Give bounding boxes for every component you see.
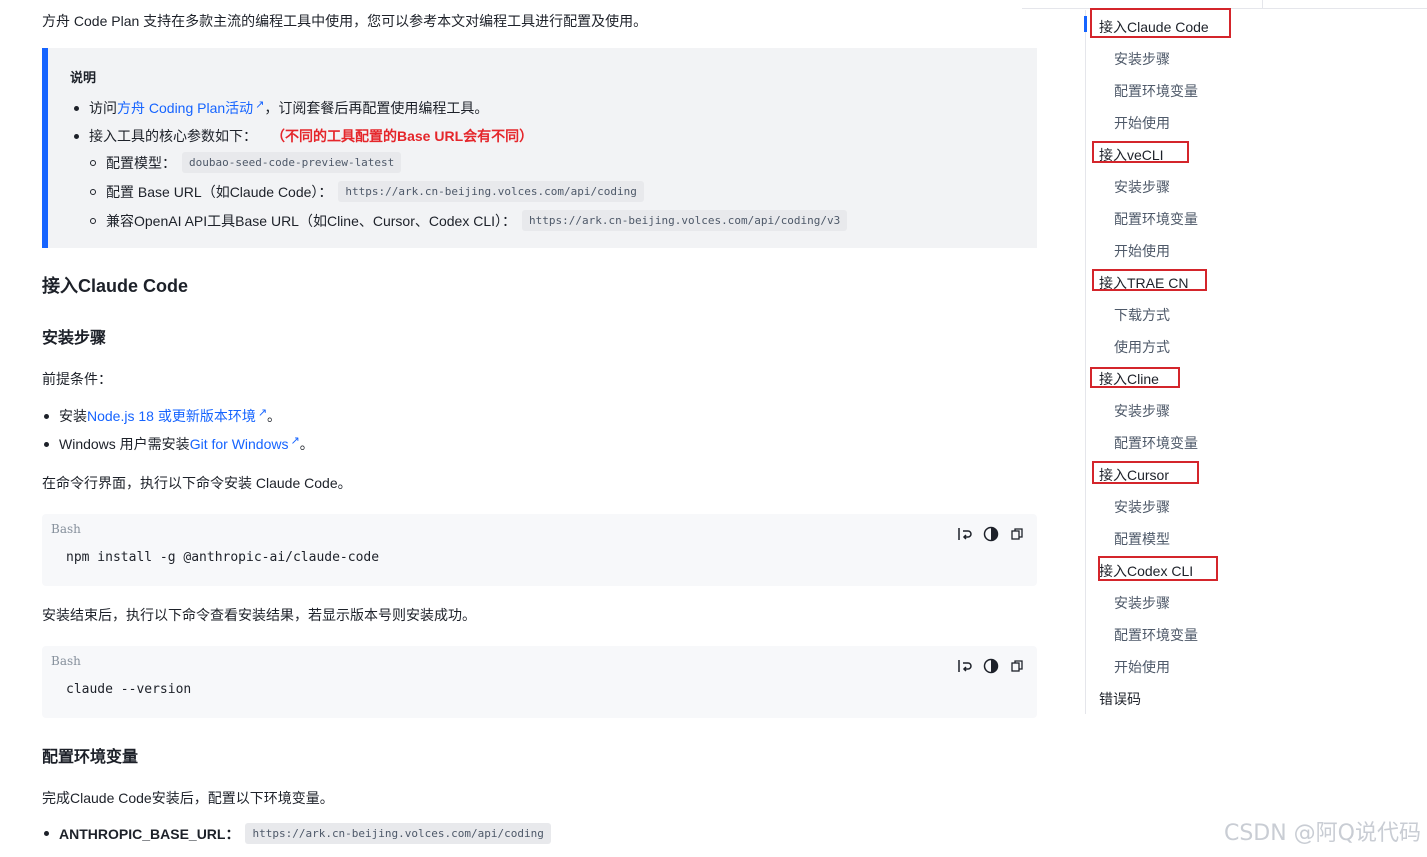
highlight-box [1092, 269, 1207, 291]
toc-active-indicator [1084, 16, 1087, 32]
highlight-box [1090, 8, 1231, 38]
bullet-circle [90, 188, 96, 195]
top-divider-tick [1262, 0, 1263, 8]
note-sub-item-openai-url: 兼容OpenAI API工具Base URL（如Cline、Cursor、Cod… [90, 210, 848, 231]
install-heading: 安装步骤 [42, 330, 107, 347]
toc-item[interactable]: 安装步骤 [1114, 49, 1170, 69]
toc-item[interactable]: 配置环境变量 [1114, 625, 1198, 645]
toc-item[interactable]: 安装步骤 [1114, 593, 1170, 613]
env-intro: 完成Claude Code安装后，配置以下环境变量。 [42, 790, 334, 806]
bullet-dot [44, 413, 49, 419]
note-title: 说明 [70, 70, 97, 85]
inline-code-base-url: https://ark.cn-beijing.volces.com/api/co… [338, 181, 644, 202]
external-link-icon: ↗ [290, 434, 300, 447]
code-text: npm install -g @anthropic-ai/claude-code [66, 550, 380, 565]
bullet-circle [90, 159, 96, 166]
coding-plan-link[interactable]: 方舟 Coding Plan活动 [117, 98, 253, 118]
toc-item[interactable]: 开始使用 [1114, 657, 1170, 677]
bullet-dot [44, 441, 49, 447]
after-install-text: 安装结束后，执行以下命令查看安装结果，若显示版本号则安装成功。 [42, 607, 476, 623]
toc-item[interactable]: 配置环境变量 [1114, 209, 1198, 229]
code-block-install: Bash npm install -g @anthropic-ai/claude… [42, 514, 1037, 586]
wrap-icon[interactable] [957, 658, 973, 674]
code-language-label: Bash [51, 522, 81, 536]
bullet-dot [74, 105, 79, 111]
toc-item[interactable]: 安装步骤 [1114, 401, 1170, 421]
intro-text: 方舟 Code Plan 支持在多款主流的编程工具中使用，您可以参考本文对编程工… [42, 13, 648, 29]
theme-toggle-icon[interactable] [983, 658, 999, 674]
theme-toggle-icon[interactable] [983, 526, 999, 542]
external-link-icon: ↗ [257, 406, 268, 419]
highlight-box [1092, 461, 1199, 484]
watermark: CSDN @阿Q说代码 [1223, 821, 1421, 846]
toc-item[interactable]: 错误码 [1099, 689, 1141, 709]
toc-item[interactable]: 开始使用 [1114, 241, 1170, 261]
highlight-box [1090, 367, 1180, 388]
inline-code-env-base-url: https://ark.cn-beijing.volces.com/api/co… [245, 823, 551, 844]
nodejs-link[interactable]: Node.js 18 或更新版本环境 [87, 406, 256, 426]
external-link-icon: ↗ [255, 98, 265, 111]
code-text: claude --version [66, 682, 192, 697]
note-sub-item-model: 配置模型： doubao-seed-code-preview-latest [90, 152, 402, 173]
note-item-2: 接入工具的核心参数如下： （不同的工具配置的Base URL会有不同） [74, 126, 533, 146]
inline-code-openai-url: https://ark.cn-beijing.volces.com/api/co… [522, 210, 848, 231]
toc-item[interactable]: 安装步骤 [1114, 177, 1170, 197]
highlight-box [1092, 141, 1189, 163]
code-block-version: Bash claude --version [42, 646, 1037, 718]
toc-item[interactable]: 配置环境变量 [1114, 433, 1198, 453]
prereq-item-node: 安装 Node.js 18 或更新版本环境 ↗ 。 [44, 406, 281, 426]
git-for-windows-link[interactable]: Git for Windows [190, 436, 289, 452]
note-callout: 说明 访问 方舟 Coding Plan活动 ↗ ，订阅套餐后再配置使用编程工具… [42, 48, 1037, 248]
inline-code-model: doubao-seed-code-preview-latest [182, 152, 402, 173]
env-item-base-url: ANTHROPIC_BASE_URL： https://ark.cn-beiji… [44, 823, 551, 844]
highlight-box [1098, 556, 1218, 581]
code-toolbar [957, 658, 1025, 674]
bullet-dot [44, 831, 49, 836]
toc-item[interactable]: 配置环境变量 [1114, 81, 1198, 101]
bullet-circle [90, 217, 96, 224]
toc-item[interactable]: 下载方式 [1114, 305, 1170, 325]
copy-icon[interactable] [1009, 526, 1025, 542]
prereq-item-git: Windows 用户需安装 Git for Windows ↗ 。 [44, 434, 314, 454]
warning-text: （不同的工具配置的Base URL会有不同） [271, 128, 534, 144]
cmd-intro: 在命令行界面，执行以下命令安装 Claude Code。 [42, 475, 352, 491]
toc-item[interactable]: 配置模型 [1114, 529, 1170, 549]
toc-item[interactable]: 开始使用 [1114, 113, 1170, 133]
env-heading: 配置环境变量 [42, 749, 139, 766]
prereq-label: 前提条件： [42, 371, 112, 387]
wrap-icon[interactable] [957, 526, 973, 542]
copy-icon[interactable] [1009, 658, 1025, 674]
toc-item[interactable]: 安装步骤 [1114, 497, 1170, 517]
toc-item[interactable]: 使用方式 [1114, 337, 1170, 357]
section-heading: 接入Claude Code [42, 276, 189, 296]
code-toolbar [957, 526, 1025, 542]
note-sub-item-base-url: 配置 Base URL（如Claude Code）： https://ark.c… [90, 181, 644, 202]
toc-rail [1085, 10, 1086, 714]
bullet-dot [74, 133, 79, 139]
code-language-label: Bash [51, 654, 81, 668]
note-item-1: 访问 方舟 Coding Plan活动 ↗ ，订阅套餐后再配置使用编程工具。 [74, 98, 488, 118]
